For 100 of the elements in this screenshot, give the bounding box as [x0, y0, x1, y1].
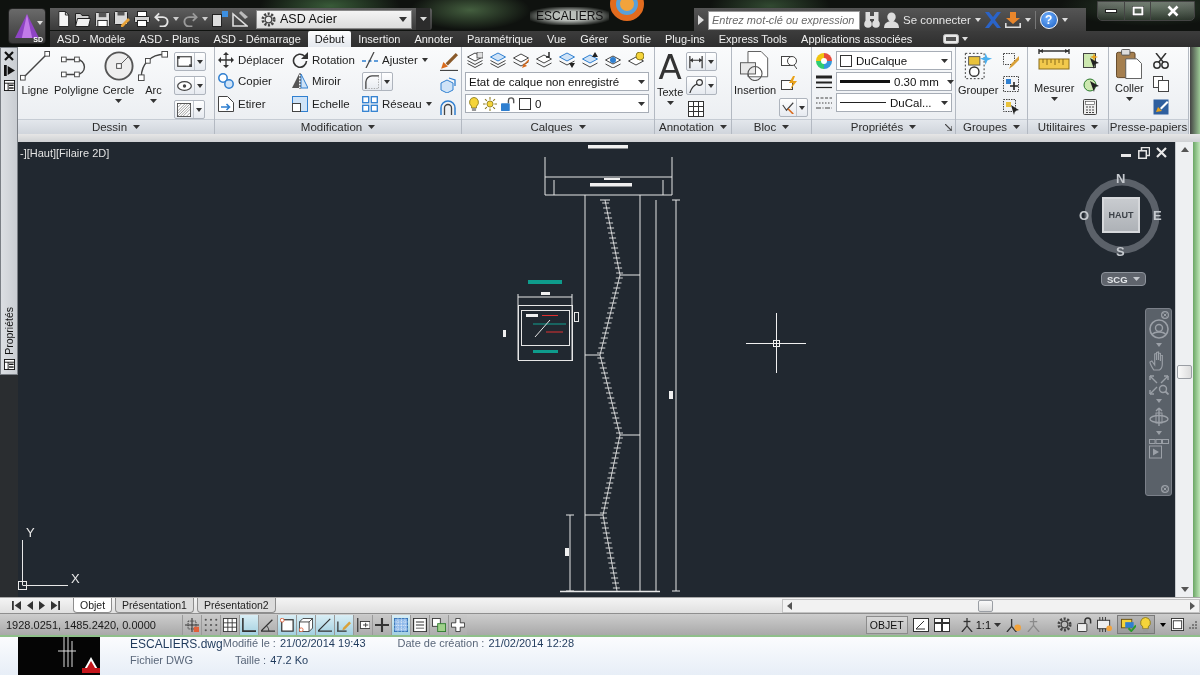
- layer-stack-icon[interactable]: [490, 52, 506, 68]
- scrollbar-thumb[interactable]: [978, 599, 993, 612]
- insert-button[interactable]: Insertion: [733, 49, 778, 97]
- status-toggle[interactable]: [353, 614, 372, 635]
- search-field[interactable]: Entrez mot-clé ou expression: [708, 10, 860, 30]
- stretch-button[interactable]: Etirer: [218, 94, 292, 113]
- check-brush-split-button[interactable]: [779, 98, 809, 117]
- dashed-box-plus-icon[interactable]: [1003, 76, 1020, 92]
- status-toggle[interactable]: [239, 614, 258, 635]
- dashed-box-pencil-icon[interactable]: [1003, 53, 1020, 69]
- mirror-button[interactable]: Miroir: [292, 72, 362, 90]
- caret-icon[interactable]: [202, 17, 208, 21]
- brush-icon[interactable]: [440, 53, 458, 71]
- panel-title-button[interactable]: Calques: [462, 119, 654, 134]
- close-button[interactable]: [1151, 2, 1194, 20]
- caret-icon[interactable]: [799, 105, 806, 110]
- two-circles-button[interactable]: Copier: [218, 72, 292, 90]
- hatch-split-button[interactable]: [174, 100, 206, 119]
- layout-tab[interactable]: Objet: [73, 598, 113, 613]
- ribbon-tab[interactable]: Plug-ins: [658, 31, 712, 47]
- status-toggle[interactable]: [391, 614, 410, 635]
- cursor-sheet-icon[interactable]: [1083, 53, 1100, 69]
- layer-dropdown[interactable]: 0: [465, 94, 649, 113]
- horizontal-scrollbar[interactable]: [782, 598, 1200, 613]
- drawing-preview-icon[interactable]: [933, 617, 950, 632]
- save-icon[interactable]: [95, 11, 110, 27]
- caret-icon[interactable]: [1125, 97, 1133, 101]
- caret-icon[interactable]: [1024, 18, 1031, 22]
- rotate-arrow-button[interactable]: Rotation: [292, 51, 362, 69]
- sign-in-button[interactable]: Se connecter: [903, 14, 971, 26]
- caret-icon[interactable]: [197, 59, 204, 64]
- compass-direction-label[interactable]: E: [1153, 209, 1162, 222]
- layer-bulb-icon[interactable]: [628, 52, 644, 68]
- block-lightning-icon[interactable]: [781, 76, 798, 92]
- lineweight-dropdown[interactable]: 0.30 mm: [836, 72, 952, 91]
- layer-brush-icon[interactable]: [513, 52, 529, 68]
- caret-icon[interactable]: [1160, 622, 1166, 627]
- open-folder-icon[interactable]: [75, 11, 91, 27]
- cursor-circle-icon[interactable]: [1083, 76, 1100, 92]
- boxes-check-icon[interactable]: [1121, 617, 1136, 632]
- block-circle-icon[interactable]: [781, 53, 798, 69]
- leader-split-button[interactable]: [686, 76, 718, 95]
- layout-tab[interactable]: Présentation1: [115, 598, 194, 613]
- scissors-icon[interactable]: [1152, 53, 1169, 69]
- status-toggle[interactable]: [334, 614, 353, 635]
- sheet-icon[interactable]: [212, 11, 228, 27]
- group-button[interactable]: Grouper: [957, 49, 1000, 97]
- layer-up-icon[interactable]: [582, 52, 598, 68]
- palette-title[interactable]: Propriétés: [3, 307, 15, 355]
- caret-icon[interactable]: [173, 17, 179, 21]
- caret-icon[interactable]: [197, 83, 204, 88]
- view-cube-face[interactable]: HAUT: [1102, 197, 1140, 233]
- customize-toolbar-button[interactable]: [416, 8, 430, 30]
- ribbon-tab[interactable]: Sortie: [615, 31, 658, 47]
- arc-button[interactable]: Arc: [137, 49, 170, 103]
- array-grid-button[interactable]: Réseau: [362, 94, 434, 113]
- status-toggle[interactable]: [372, 614, 391, 635]
- caret-icon[interactable]: [974, 18, 981, 22]
- layout-tab[interactable]: Présentation2: [196, 598, 276, 613]
- caret-icon[interactable]: [1050, 97, 1058, 101]
- next-tab-icon[interactable]: [39, 601, 45, 610]
- color-dropdown[interactable]: DuCalque: [836, 51, 952, 70]
- ribbon-tab[interactable]: Annoter: [407, 31, 460, 47]
- panel-title-button[interactable]: Groupes: [956, 119, 1027, 134]
- trim-button[interactable]: Ajuster: [362, 51, 434, 69]
- status-toggle[interactable]: [258, 614, 277, 635]
- calculator-icon[interactable]: [1083, 99, 1098, 115]
- line-button[interactable]: Ligne: [19, 49, 51, 97]
- print-icon[interactable]: [134, 11, 150, 27]
- status-toggle[interactable]: [429, 614, 448, 635]
- workspace-dropdown[interactable]: ASD Acier: [256, 9, 412, 29]
- text-button[interactable]: A Texte: [656, 49, 685, 105]
- caret-icon[interactable]: [708, 83, 715, 88]
- redo-icon[interactable]: [183, 11, 198, 27]
- caret-icon[interactable]: [384, 79, 390, 84]
- new-file-icon[interactable]: [56, 11, 71, 27]
- minimize-button[interactable]: [1098, 2, 1125, 20]
- ribbon-tab[interactable]: Applications associées: [794, 31, 920, 47]
- close-icon[interactable]: [4, 51, 14, 61]
- rectangle-split-button[interactable]: [174, 52, 207, 71]
- measure-button[interactable]: Mesurer: [1029, 49, 1080, 101]
- caret-icon[interactable]: [1061, 18, 1068, 22]
- move-arrows-button[interactable]: Déplacer: [218, 51, 292, 69]
- status-toggle[interactable]: [220, 614, 239, 635]
- previous-tab-icon[interactable]: [27, 601, 33, 610]
- caret-icon[interactable]: [196, 107, 203, 112]
- scrollbar-thumb[interactable]: [1177, 365, 1192, 379]
- panel-title-button[interactable]: Annotation: [655, 119, 731, 134]
- layout-preview-icon[interactable]: [912, 617, 929, 632]
- ribbon-tab[interactable]: Vue: [539, 31, 574, 47]
- circle-button[interactable]: Cercle: [101, 49, 136, 103]
- annotation-dot-icon[interactable]: [1006, 617, 1021, 632]
- compass-direction-label[interactable]: O: [1079, 209, 1090, 222]
- panel-title-button[interactable]: Propriétés: [812, 119, 955, 134]
- auto-hide-icon[interactable]: [3, 65, 15, 76]
- gear-icon[interactable]: [1057, 617, 1072, 632]
- status-toggle[interactable]: [201, 614, 220, 635]
- caret-icon[interactable]: [708, 59, 715, 64]
- table-icon[interactable]: [688, 101, 705, 117]
- ribbon-display-button[interactable]: [943, 31, 969, 47]
